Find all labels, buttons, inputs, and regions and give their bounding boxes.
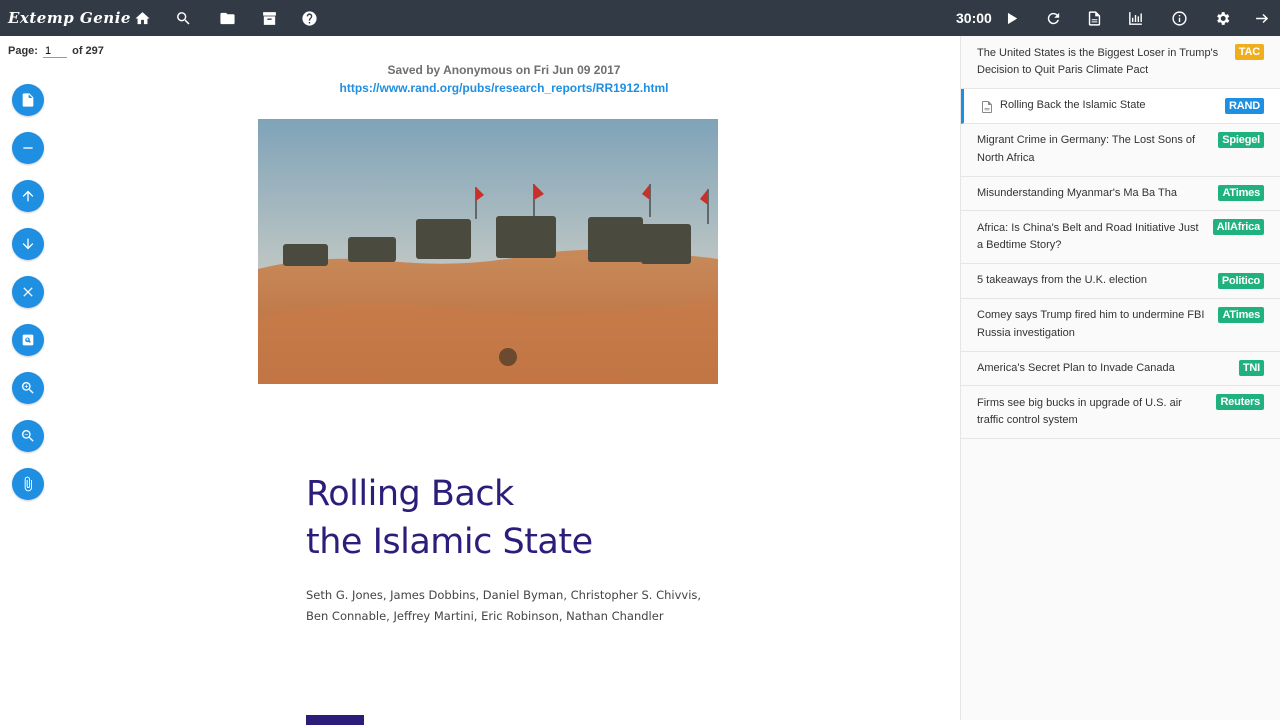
document-title: Rolling Back the Islamic State: [306, 470, 726, 566]
article-title: Comey says Trump fired him to undermine …: [977, 309, 1205, 339]
article-title: Firms see big bucks in upgrade of U.S. a…: [977, 396, 1182, 427]
source-badge: Spiegel: [1218, 131, 1264, 148]
page-label: Page:: [8, 45, 38, 57]
close-button[interactable]: [12, 276, 44, 308]
source-url-link[interactable]: https://www.rand.org/pubs/research_repor…: [290, 81, 718, 95]
minus-button[interactable]: [12, 132, 44, 164]
home-icon[interactable]: [132, 8, 152, 28]
minus-icon: [23, 147, 33, 149]
article-item-active[interactable]: Rolling Back the Islamic State RAND: [961, 89, 1280, 124]
source-badge: TAC: [1234, 44, 1264, 60]
article-title: Africa: Is China's Belt and Road Initiat…: [977, 221, 1199, 252]
article-title: The United States is the Biggest Loser i…: [977, 46, 1219, 77]
source-badge: RAND: [1225, 97, 1264, 114]
archive-icon[interactable]: [259, 8, 279, 28]
article-item[interactable]: Africa: Is China's Belt and Road Initiat…: [961, 211, 1280, 264]
timer-display: 30:00: [956, 10, 992, 26]
zoom-in-icon: [21, 382, 34, 394]
source-badge: Politico: [1217, 272, 1264, 289]
zoom-in-button[interactable]: [12, 372, 44, 404]
article-title: 5 takeaways from the U.K. election: [977, 274, 1147, 286]
find-in-page-icon: [22, 334, 34, 346]
page-indicator: Page: of 297: [8, 45, 104, 58]
document-title-line-2: the Islamic State: [306, 522, 593, 562]
top-bar: Extemp Genie 30:00: [0, 0, 1280, 36]
document-title-line-1: Rolling Back: [306, 474, 514, 514]
logout-icon[interactable]: [1252, 8, 1272, 28]
gear-icon[interactable]: [1212, 8, 1232, 28]
source-badge: ATimes: [1218, 306, 1264, 323]
pdf-icon: [982, 100, 992, 113]
document-button[interactable]: [12, 84, 44, 116]
source-badge: ATimes: [1218, 185, 1264, 202]
authors-line-2: Ben Connable, Jeffrey Martini, Eric Robi…: [306, 609, 664, 623]
app-brand[interactable]: Extemp Genie: [8, 9, 131, 27]
article-title: Rolling Back the Islamic State: [1000, 99, 1146, 111]
zoom-out-icon: [21, 430, 34, 442]
help-icon[interactable]: [299, 8, 319, 28]
chart-icon[interactable]: [1125, 8, 1145, 28]
article-item[interactable]: The United States is the Biggest Loser i…: [961, 36, 1280, 89]
source-badge: Reuters: [1216, 394, 1264, 410]
page-total: of 297: [72, 45, 104, 57]
arrow-up-icon: [22, 190, 34, 202]
publisher-logo-mark: [306, 715, 364, 725]
folder-icon[interactable]: [217, 8, 237, 28]
scroll-up-button[interactable]: [12, 180, 44, 212]
source-badge: TNI: [1238, 360, 1264, 377]
authors-line-1: Seth G. Jones, James Dobbins, Daniel Bym…: [306, 588, 702, 602]
document-authors: Seth G. Jones, James Dobbins, Daniel Bym…: [306, 585, 726, 627]
article-title: Migrant Crime in Germany: The Lost Sons …: [977, 134, 1196, 164]
document-cover-image: [258, 119, 718, 384]
article-title: Misunderstanding Myanmar's Ma Ba Tha: [977, 186, 1177, 199]
info-icon[interactable]: [1169, 8, 1189, 28]
document-icon: [22, 93, 34, 107]
attachment-button[interactable]: [12, 468, 44, 500]
zoom-out-button[interactable]: [12, 420, 44, 452]
find-in-page-button[interactable]: [12, 324, 44, 356]
article-item[interactable]: 5 takeaways from the U.K. election Polit…: [961, 264, 1280, 299]
article-item[interactable]: Comey says Trump fired him to undermine …: [961, 298, 1280, 352]
article-item[interactable]: Firms see big bucks in upgrade of U.S. a…: [961, 386, 1280, 439]
article-item[interactable]: Migrant Crime in Germany: The Lost Sons …: [961, 123, 1280, 177]
article-title: America's Secret Plan to Invade Canada: [977, 361, 1175, 374]
search-icon[interactable]: [173, 8, 193, 28]
article-item[interactable]: America's Secret Plan to Invade Canada T…: [961, 351, 1280, 386]
source-badge: AllAfrica: [1212, 219, 1264, 235]
close-icon: [23, 287, 33, 297]
article-list: The United States is the Biggest Loser i…: [960, 36, 1280, 720]
page-number-input[interactable]: [43, 45, 68, 58]
play-icon[interactable]: [1001, 8, 1021, 28]
scroll-down-button[interactable]: [12, 228, 44, 260]
article-item[interactable]: Misunderstanding Myanmar's Ma Ba Tha ATi…: [961, 176, 1280, 211]
attachment-icon: [24, 476, 32, 492]
refresh-icon[interactable]: [1043, 8, 1063, 28]
pdf-icon[interactable]: [1084, 8, 1104, 28]
arrow-down-icon: [22, 238, 34, 250]
saved-by-text: Saved by Anonymous on Fri Jun 09 2017: [387, 63, 621, 77]
